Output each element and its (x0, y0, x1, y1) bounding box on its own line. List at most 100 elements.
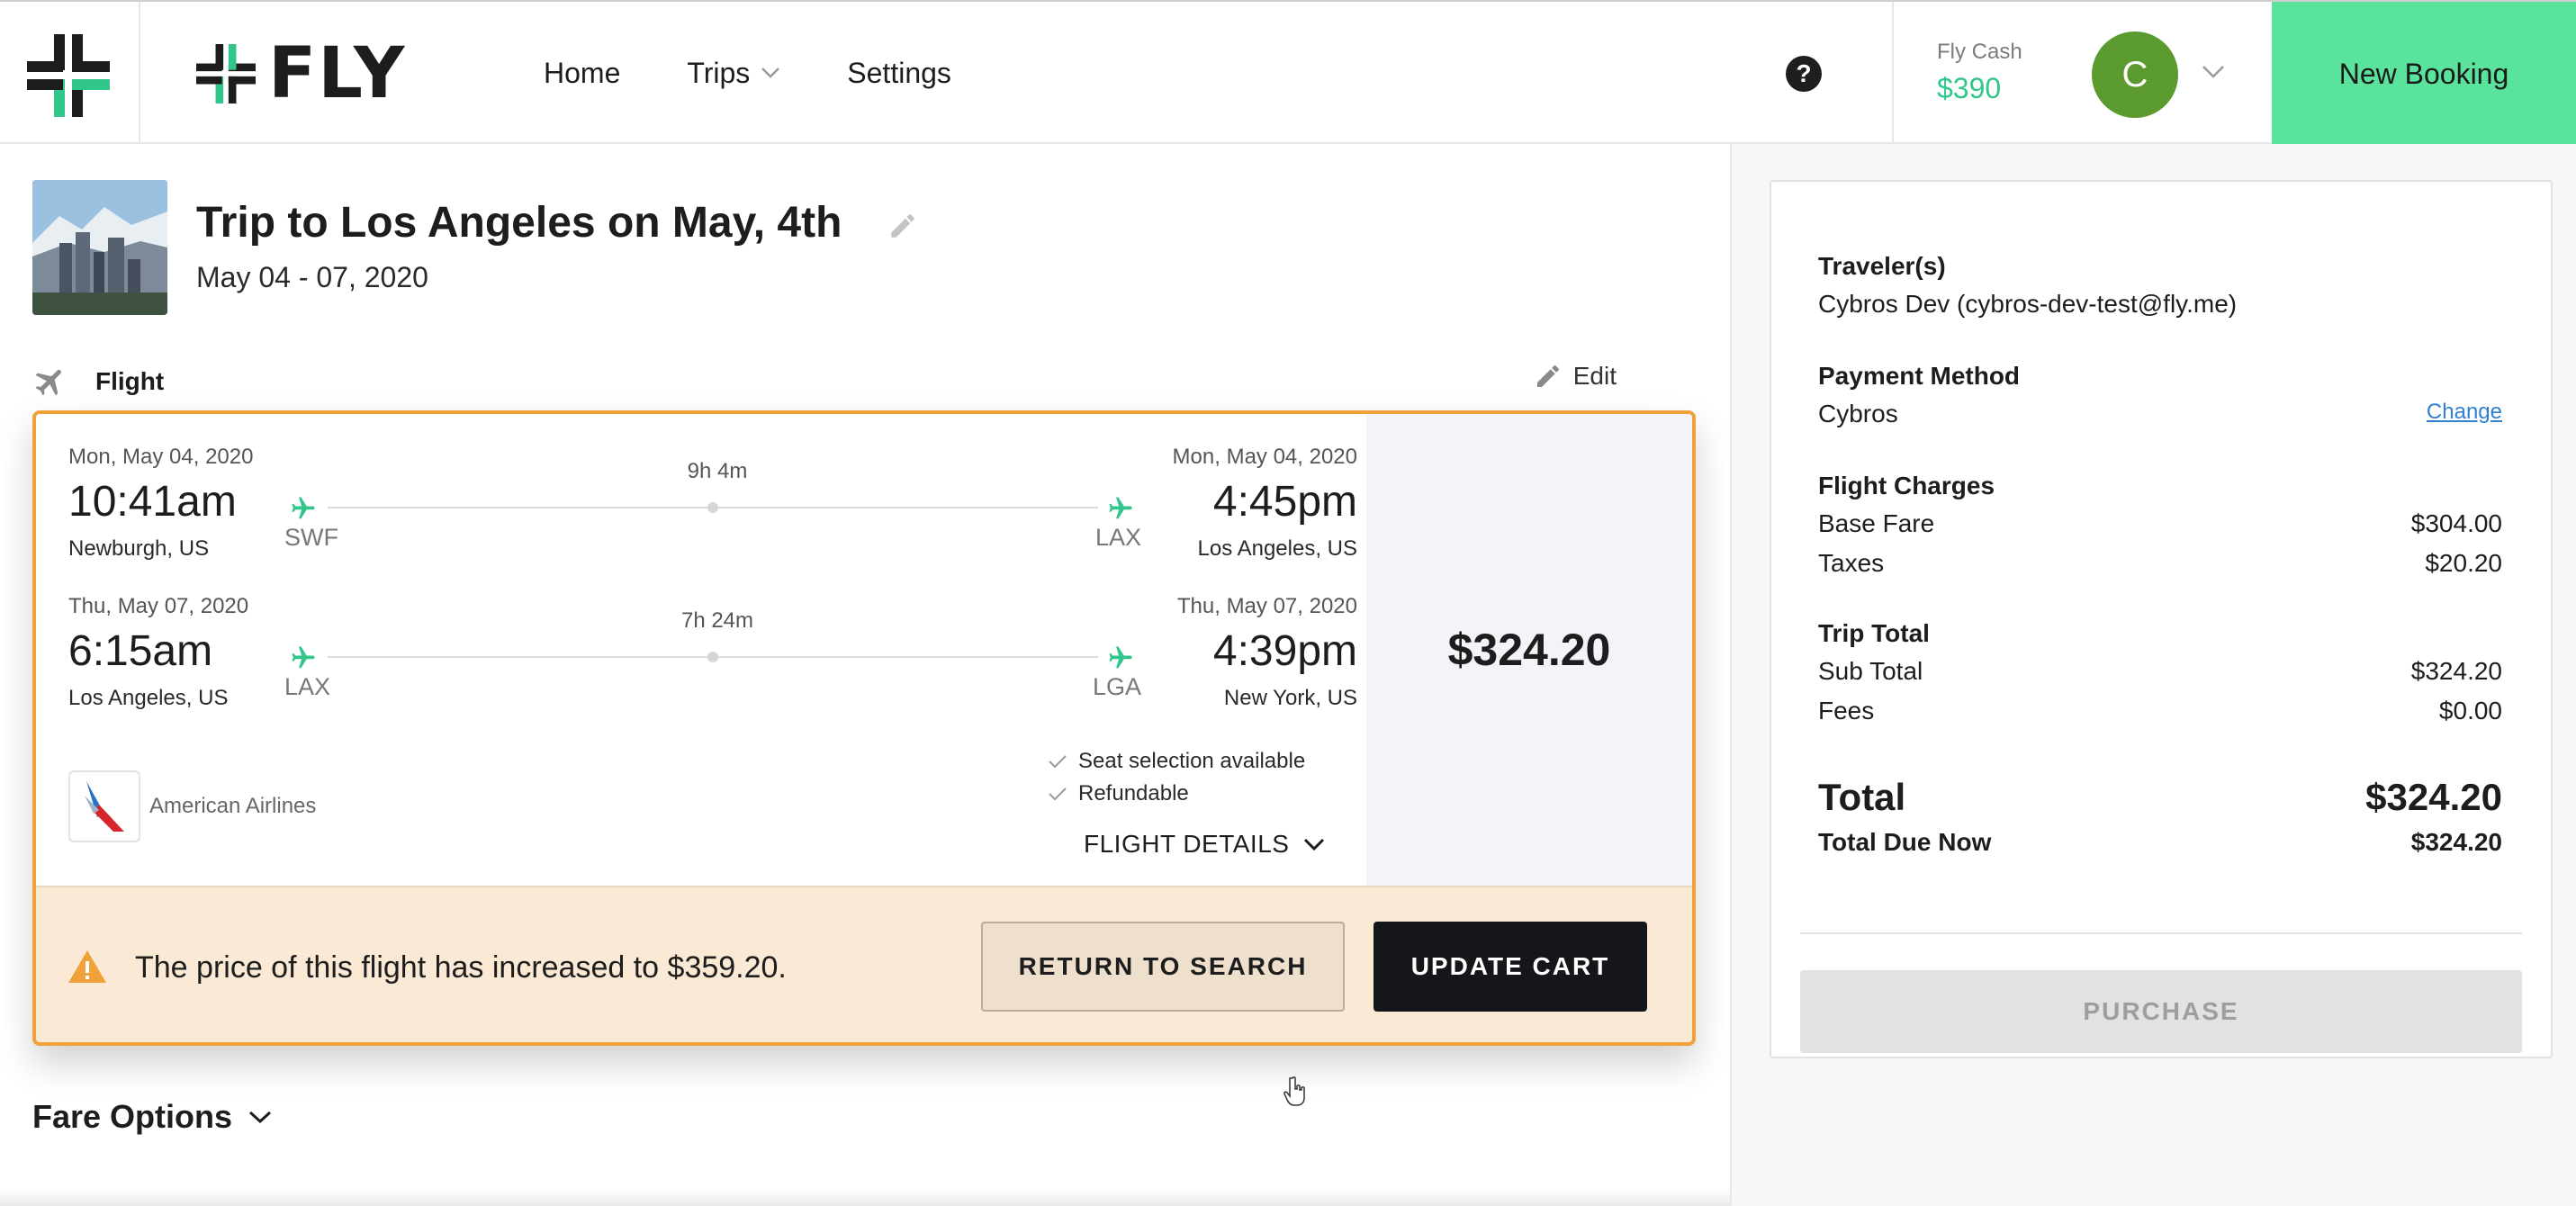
new-booking-button[interactable]: New Booking (2272, 2, 2576, 146)
hand-cursor-icon (1283, 1076, 1305, 1106)
arrival-plane-icon (1109, 497, 1132, 519)
price-panel: $324.20 (1366, 414, 1692, 886)
taxes-label: Taxes (1818, 549, 1885, 577)
travelers-value: Cybros Dev (cybros-dev-test@fly.me) (1818, 290, 2238, 318)
depart-time: 10:41am (68, 478, 237, 526)
travelers-heading-row: Traveler(s) (1818, 252, 2502, 281)
total-due-label: Total Due Now (1818, 828, 1992, 856)
trip-dates: May 04 - 07, 2020 (196, 261, 428, 293)
app-logo[interactable] (0, 2, 140, 144)
fees-value: $0.00 (2438, 697, 2502, 724)
arrive-city: New York, US (1223, 686, 1357, 710)
base-fare-label: Base Fare (1818, 509, 1935, 537)
check-icon (1049, 755, 1067, 769)
flight-charges-heading-row: Flight Charges (1818, 472, 2502, 500)
nav-settings-label: Settings (847, 56, 951, 89)
feature-item: Seat selection available (1048, 745, 1305, 778)
total-due-value: $324.20 (2410, 828, 2502, 856)
base-fare-row: Base Fare $304.00 (1818, 509, 2502, 538)
nav-trips-label: Trips (687, 56, 751, 89)
fly-logo-icon (27, 34, 110, 117)
airplane-icon (35, 369, 61, 396)
taxes-row: Taxes $20.20 (1818, 549, 2502, 578)
sub-total-value: $324.20 (2410, 657, 2502, 685)
flight-card: Mon, May 04, 2020 10:41am Newburgh, US S… (32, 410, 1696, 1046)
fare-options-toggle[interactable]: Fare Options (32, 1098, 272, 1136)
flight-details-toggle[interactable]: FLIGHT DETAILS (1084, 830, 1325, 859)
sub-total-label: Sub Total (1818, 657, 1923, 685)
trip-destination-image (32, 180, 167, 315)
fly-mark-icon (196, 44, 256, 104)
fly-cash-label: Fly Cash (1937, 40, 2022, 64)
fly-cash-value: $390 (1937, 72, 2002, 104)
feature-item: Refundable (1048, 778, 1305, 810)
brand-logo[interactable]: FLY (196, 33, 407, 114)
edit-title-pencil-icon[interactable] (887, 211, 918, 241)
fees-label: Fees (1818, 697, 1875, 724)
depart-time: 6:15am (68, 627, 213, 675)
arrive-airport-code: LGA (1092, 673, 1141, 700)
top-header: FLY Home Trips Settings ? Fly Cash $390 … (0, 0, 2576, 146)
arrival-plane-icon (1109, 646, 1132, 669)
departure-plane-icon (292, 497, 315, 519)
feature-label: Seat selection available (1078, 749, 1306, 773)
purchase-button[interactable]: PURCHASE (1800, 970, 2522, 1053)
flight-duration: 9h 4m (687, 459, 748, 483)
pencil-icon (1536, 364, 1559, 387)
depart-airport-code: SWF (284, 524, 338, 551)
trip-total-label: Trip Total (1818, 619, 1930, 647)
summary-divider (1800, 932, 2522, 934)
flight-charges-label: Flight Charges (1818, 472, 1995, 500)
flight-price: $324.20 (1447, 625, 1611, 675)
payment-row: Cybros Change (1818, 400, 2502, 428)
total-row: Total $324.20 (1818, 776, 2502, 819)
nav-home-label: Home (544, 56, 621, 89)
route-midpoint (707, 652, 718, 662)
booking-summary: Traveler(s) Cybros Dev (cybros-dev-test@… (1770, 180, 2553, 1058)
brand-name: FLY (268, 33, 407, 114)
user-avatar[interactable]: C (2092, 32, 2178, 118)
base-fare-value: $304.00 (2410, 509, 2502, 537)
edit-flight-label: Edit (1572, 362, 1617, 390)
warning-icon (68, 950, 106, 983)
change-payment-link[interactable]: Change (2427, 400, 2502, 428)
trip-title: Trip to Los Angeles on May, 4th (196, 199, 842, 247)
depart-airport-code: LAX (284, 673, 331, 700)
outbound-leg: Mon, May 04, 2020 10:41am Newburgh, US S… (68, 414, 1357, 561)
update-cart-button[interactable]: UPDATE CART (1374, 922, 1647, 1012)
route-midpoint (707, 502, 718, 513)
route-line (328, 502, 1098, 513)
flight-duration: 7h 24m (680, 608, 754, 633)
edit-flight-link[interactable]: Edit (1534, 362, 1617, 391)
nav-home[interactable]: Home (544, 57, 620, 90)
depart-city: Newburgh, US (68, 536, 210, 561)
flight-section-header: Flight Edit (32, 355, 1617, 409)
return-to-search-button[interactable]: RETURN TO SEARCH (981, 922, 1345, 1012)
total-label: Total (1818, 776, 1906, 818)
payment-value: Cybros (1818, 400, 1898, 428)
fees-row: Fees $0.00 (1818, 697, 2502, 725)
chevron-down-icon (249, 1111, 272, 1124)
arrive-time: 4:39pm (1212, 627, 1357, 675)
main-nav: Home Trips Settings (544, 2, 1018, 144)
booking-summary-column: Traveler(s) Cybros Dev (cybros-dev-test@… (1730, 144, 2576, 1206)
account-menu-chevron-icon[interactable] (2202, 65, 2225, 79)
american-airlines-logo-icon (68, 770, 140, 842)
arrive-date: Thu, May 07, 2020 (1176, 594, 1357, 618)
scroll-fade (0, 1188, 1730, 1206)
chevron-down-icon (1304, 838, 1325, 851)
nav-settings[interactable]: Settings (847, 57, 951, 90)
header-divider (1892, 2, 1894, 144)
trip-main: Trip to Los Angeles on May, 4th May 04 -… (0, 144, 1730, 1206)
fare-options-label: Fare Options (32, 1098, 233, 1135)
route-line (328, 652, 1098, 662)
airline-name: American Airlines (149, 794, 317, 818)
payment-heading-row: Payment Method (1818, 362, 2502, 391)
taxes-value: $20.20 (2425, 549, 2502, 577)
arrive-date: Mon, May 04, 2020 (1172, 445, 1357, 469)
arrive-time: 4:45pm (1212, 478, 1357, 526)
departure-plane-icon (292, 646, 315, 669)
nav-trips[interactable]: Trips (687, 57, 780, 90)
depart-city: Los Angeles, US (68, 686, 229, 710)
help-icon[interactable]: ? (1786, 56, 1822, 92)
